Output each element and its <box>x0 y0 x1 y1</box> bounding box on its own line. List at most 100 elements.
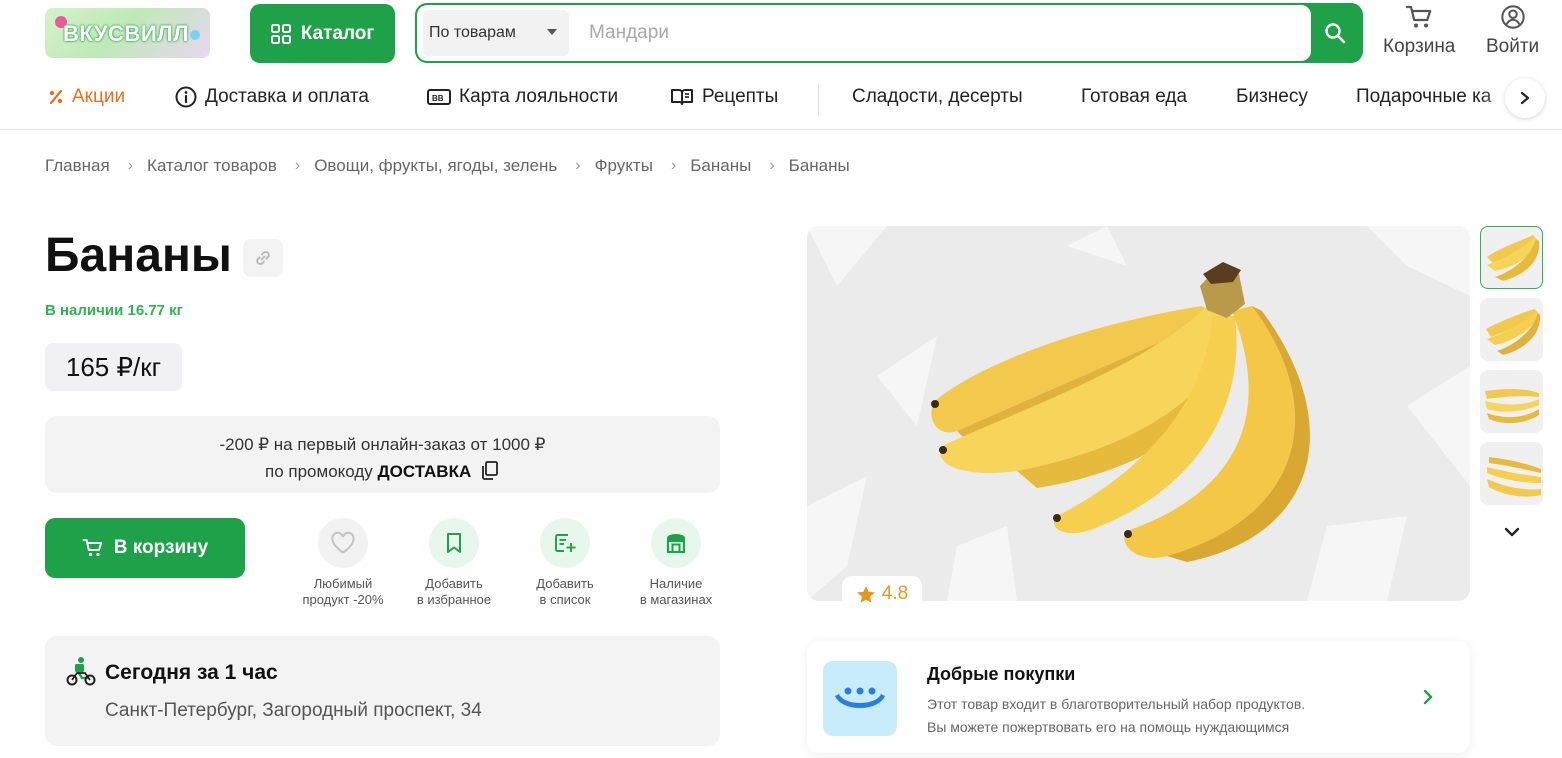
bookmark-circle <box>429 518 479 568</box>
list-label: Добавить в список <box>536 576 593 608</box>
favorite-label: Любимый продукт -20% <box>302 576 383 608</box>
chevron-right-icon: › <box>294 157 301 174</box>
stock-status: В наличии 16.77 кг <box>45 302 183 319</box>
breadcrumb-item[interactable]: Каталог товаров <box>147 156 277 176</box>
card-icon: BB <box>427 89 451 105</box>
favorite-product-button[interactable]: Любимый продукт -20% <box>288 518 398 608</box>
label-line: Любимый <box>313 576 373 591</box>
search-input[interactable] <box>589 15 1289 51</box>
copy-link-button[interactable] <box>243 239 283 277</box>
logo-text: ВКУСВИЛЛ <box>63 21 190 46</box>
thumbnail[interactable] <box>1480 298 1543 361</box>
star-icon <box>856 585 875 603</box>
store-availability-button[interactable]: Наличие в магазинах <box>621 518 731 608</box>
search-scope-select[interactable]: По товарам <box>423 10 569 56</box>
charity-title: Добрые покупки <box>927 664 1076 684</box>
nav-item-sweets[interactable]: Сладости, десерты <box>852 86 1023 108</box>
nav-item-loyalty[interactable]: BB Карта лояльности <box>427 86 618 108</box>
book-icon <box>671 89 693 105</box>
label-line: Добавить <box>425 576 483 591</box>
add-to-favorites-button[interactable]: Добавить в избранное <box>399 518 509 608</box>
rating-value: 4.8 <box>881 583 909 604</box>
chevron-right-icon: › <box>769 157 775 174</box>
grid-icon <box>270 23 291 44</box>
delivery-info-card[interactable]: Сегодня за 1 час Санкт-Петербург, Загоро… <box>45 636 720 746</box>
cart-icon <box>82 539 102 557</box>
nav-item-recipes[interactable]: Рецепты <box>670 86 778 108</box>
nav-label: Сладости, десерты <box>852 86 1023 107</box>
rating-badge[interactable]: 4.8 <box>842 576 922 612</box>
charity-card[interactable]: Добрые покупки Этот товар входит в благо… <box>807 641 1470 753</box>
bananas-image <box>807 226 1470 601</box>
percent-icon <box>49 89 63 105</box>
thumbnails-scroll-down-button[interactable] <box>1500 520 1524 544</box>
catalog-label: Каталог <box>300 22 375 44</box>
info-icon <box>175 86 197 108</box>
cart-icon <box>1406 5 1432 28</box>
breadcrumb-item[interactable]: Фрукты <box>595 156 653 176</box>
label-line: в избранное <box>416 592 492 607</box>
label-line: в магазинах <box>639 592 713 607</box>
site-header: ВКУСВИЛЛ Каталог По товарам Мандари Корз… <box>0 0 1562 130</box>
add-to-list-button[interactable]: Добавить в список <box>510 518 620 608</box>
logo[interactable]: ВКУСВИЛЛ <box>45 8 210 58</box>
thumbnail[interactable] <box>1480 370 1543 433</box>
catalog-button[interactable]: Каталог <box>250 4 395 63</box>
thumbnail[interactable] <box>1480 226 1543 289</box>
breadcrumb-item[interactable]: Бананы <box>690 156 751 176</box>
product-title: Бананы <box>45 229 232 282</box>
nav-label: Карта лояльности <box>459 86 619 107</box>
link-icon <box>256 251 270 265</box>
bookmark-label: Добавить в избранное <box>417 576 491 608</box>
add-to-cart-button[interactable]: В корзину <box>45 518 245 578</box>
nav-item-business[interactable]: Бизнесу <box>1236 86 1308 108</box>
store-label: Наличие в магазинах <box>640 576 712 608</box>
nav-scroll-right-button[interactable] <box>1505 78 1545 118</box>
nav-item-gift-cards[interactable]: Подарочные ка <box>1356 86 1491 108</box>
search-scope-value: По товарам <box>429 24 516 41</box>
promo-banner: -200 ₽ на первый онлайн-заказ от 1000 ₽ … <box>45 416 720 493</box>
search-button[interactable] <box>1309 5 1361 61</box>
chevron-down-icon <box>1504 527 1520 537</box>
ornament-icon <box>190 30 200 40</box>
delivery-title: Сегодня за 1 час <box>105 661 278 684</box>
breadcrumb-item[interactable]: Главная <box>45 156 110 176</box>
label-line: продукт -20% <box>302 592 384 607</box>
store-icon <box>666 534 686 554</box>
breadcrumb: Главная › Каталог товаров › Овощи, фрукт… <box>45 156 850 176</box>
copy-icon[interactable] <box>480 460 500 488</box>
chevron-right-icon <box>1520 91 1530 105</box>
label-line: в список <box>539 592 591 607</box>
nav-item-delivery[interactable]: Доставка и оплата <box>175 86 369 108</box>
store-circle <box>651 518 701 568</box>
nav-item-promo[interactable]: Акции <box>48 86 125 108</box>
login-link[interactable]: Войти <box>1486 4 1539 58</box>
cart-link[interactable]: Корзина <box>1383 4 1455 58</box>
label-line: Добавить <box>536 576 594 591</box>
chevron-right-icon <box>1422 688 1434 711</box>
main-nav: Акции Доставка и оплата BB Карта лояльно… <box>0 78 1562 124</box>
promo-code: ДОСТАВКА <box>377 462 472 481</box>
nav-label: Подарочные ка <box>1356 86 1492 107</box>
charity-line: Этот товар входит в благотворительный на… <box>927 696 1306 712</box>
nav-label: Рецепты <box>702 86 779 107</box>
chevron-right-icon: › <box>127 157 134 174</box>
search-field-wrapper: По товарам <box>417 5 1311 61</box>
smile-hands-icon <box>835 687 885 708</box>
nav-label: Готовая еда <box>1081 86 1188 107</box>
breadcrumb-item[interactable]: Овощи, фрукты, ягоды, зелень <box>314 156 557 176</box>
chevron-right-icon: › <box>575 157 581 174</box>
nav-item-ready-food[interactable]: Готовая еда <box>1081 86 1187 108</box>
price-value: 165 ₽/кг <box>65 351 162 382</box>
nav-label: Доставка и оплата <box>205 86 369 107</box>
thumbnail[interactable] <box>1480 442 1543 505</box>
search-icon <box>1325 23 1346 44</box>
image-thumbnails <box>1480 226 1544 514</box>
promo-text-line2: по промокоду ДОСТАВКА <box>45 458 720 488</box>
chevron-right-icon: › <box>670 157 677 174</box>
product-main-image[interactable] <box>807 226 1470 601</box>
heart-icon <box>331 531 355 554</box>
login-label: Войти <box>1486 36 1540 57</box>
add-to-cart-label: В корзину <box>113 537 209 558</box>
delivery-address: Санкт-Петербург, Загородный проспект, 34 <box>105 700 482 721</box>
